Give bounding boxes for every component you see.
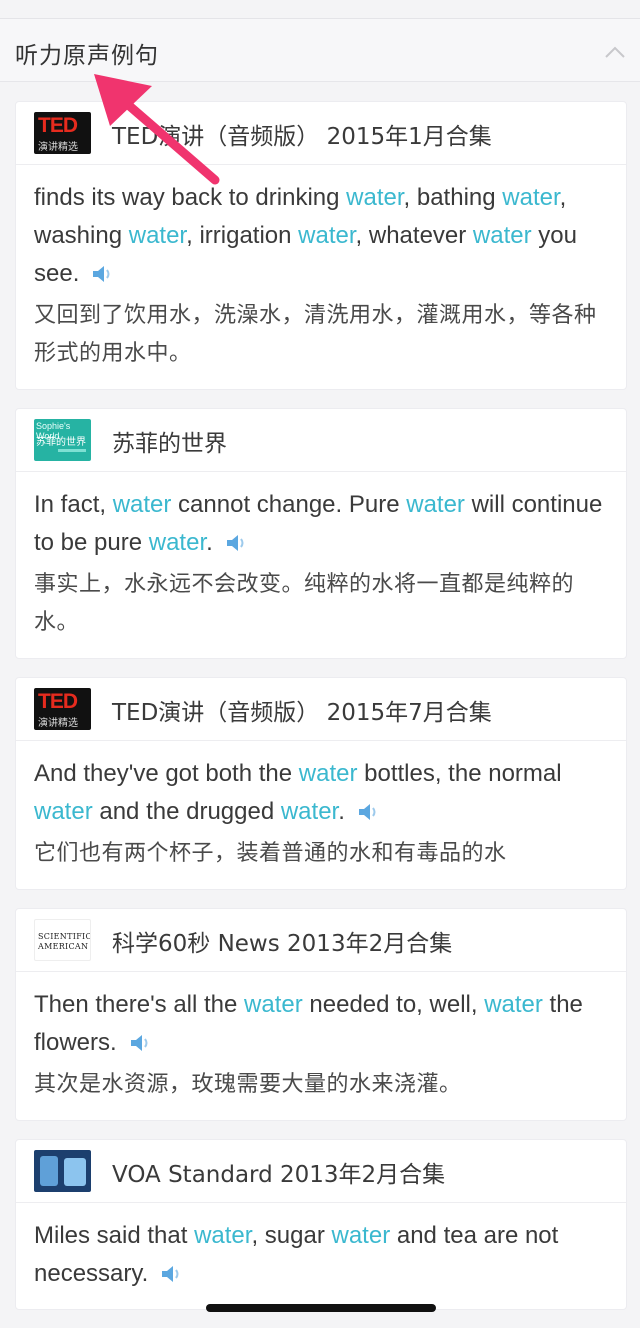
example-card[interactable]: SCIENTIFIC AMERICAN 科学60秒 News 2013年2月合集 Th… <box>15 908 627 1121</box>
thumb-sub-text: 苏菲的世界 <box>36 437 86 448</box>
example-list: TED 演讲精选 TED演讲（音频版） 2015年1月合集 finds its wa… <box>15 101 627 1328</box>
section-title: 听力原声例句 <box>15 43 159 69</box>
source-thumbnail: TED 演讲精选 <box>34 112 91 154</box>
chevron-up-icon[interactable] <box>604 45 626 59</box>
top-strip <box>0 0 640 19</box>
keyword-highlight[interactable]: water <box>406 491 465 518</box>
sentence-text: And they've got both the <box>34 760 299 787</box>
speaker-icon[interactable] <box>357 802 379 822</box>
thumb-logo-text: SCIENTIFIC AMERICAN <box>38 932 91 951</box>
example-body: finds its way back to drinking water, ba… <box>16 165 626 389</box>
example-card[interactable]: TED 演讲精选 TED演讲（音频版） 2015年7月合集 And they've … <box>15 677 627 890</box>
keyword-highlight[interactable]: water <box>34 798 93 825</box>
sentence-text: . <box>338 798 345 825</box>
sentence-text: , sugar <box>251 1222 332 1249</box>
sentence-text: In fact, <box>34 491 113 518</box>
sentence-text: , irrigation <box>186 222 299 249</box>
keyword-highlight[interactable]: water <box>298 222 355 249</box>
keyword-highlight[interactable]: water <box>502 184 559 211</box>
sentence-text: needed to, well, <box>302 991 485 1018</box>
chinese-translation: 它们也有两个杯子，装着普通的水和有毒品的水 <box>34 841 507 866</box>
source-header[interactable]: Sophie's World 苏菲的世界 苏菲的世界 <box>16 409 626 472</box>
source-title: VOA Standard 2013年2月合集 <box>112 1162 446 1188</box>
speaker-icon[interactable] <box>225 533 247 553</box>
source-header[interactable]: VOA Standard 2013年2月合集 <box>16 1140 626 1203</box>
english-sentence: In fact, water cannot change. Pure water… <box>34 486 608 562</box>
example-body: Then there's all the water needed to, we… <box>16 972 626 1120</box>
source-header[interactable]: TED 演讲精选 TED演讲（音频版） 2015年7月合集 <box>16 678 626 741</box>
source-thumbnail: TED 演讲精选 <box>34 688 91 730</box>
source-title: 科学60秒 News 2013年2月合集 <box>112 931 453 957</box>
keyword-highlight[interactable]: water <box>484 991 543 1018</box>
example-body: In fact, water cannot change. Pure water… <box>16 472 626 658</box>
sentence-text: , whatever <box>355 222 473 249</box>
keyword-highlight[interactable]: water <box>299 760 358 787</box>
chinese-translation: 其次是水资源，玫瑰需要大量的水来浇灌。 <box>34 1072 462 1097</box>
sentence-text: cannot change. Pure <box>171 491 407 518</box>
sentence-text: finds its way back to drinking <box>34 184 347 211</box>
speaker-icon[interactable] <box>129 1033 151 1053</box>
english-sentence: And they've got both the water bottles, … <box>34 755 608 831</box>
source-thumbnail: SCIENTIFIC AMERICAN <box>34 919 91 961</box>
thumb-decoration <box>58 449 86 452</box>
source-title: TED演讲（音频版） 2015年7月合集 <box>112 700 492 726</box>
speaker-icon[interactable] <box>91 264 113 284</box>
keyword-highlight[interactable]: water <box>244 991 303 1018</box>
thumb-phone-shape <box>40 1156 58 1186</box>
home-indicator[interactable] <box>206 1304 436 1312</box>
english-sentence: Then there's all the water needed to, we… <box>34 986 608 1062</box>
sentence-text: and the drugged <box>92 798 281 825</box>
sentence-text: , bathing <box>403 184 503 211</box>
keyword-highlight[interactable]: water <box>281 798 338 825</box>
source-title: 苏菲的世界 <box>112 431 227 457</box>
keyword-highlight[interactable]: water <box>346 184 403 211</box>
source-header[interactable]: TED 演讲精选 TED演讲（音频版） 2015年1月合集 <box>16 102 626 165</box>
keyword-highlight[interactable]: water <box>149 529 206 556</box>
source-thumbnail <box>34 1150 91 1192</box>
example-card[interactable]: Sophie's World 苏菲的世界 苏菲的世界 In fact, water… <box>15 408 627 659</box>
thumb-logo-text: TED <box>38 114 78 137</box>
example-card[interactable]: VOA Standard 2013年2月合集 Miles said that wa… <box>15 1139 627 1310</box>
sentence-text: bottles, the normal <box>357 760 562 787</box>
source-title: TED演讲（音频版） 2015年1月合集 <box>112 124 492 150</box>
chinese-translation: 事实上，水永远不会改变。纯粹的水将一直都是纯粹的水。 <box>34 572 575 635</box>
source-header[interactable]: SCIENTIFIC AMERICAN 科学60秒 News 2013年2月合集 <box>16 909 626 972</box>
sentence-text: Miles said that <box>34 1222 195 1249</box>
thumb-logo-text: TED <box>38 690 78 713</box>
source-thumbnail: Sophie's World 苏菲的世界 <box>34 419 91 461</box>
english-sentence: Miles said that water, sugar water and t… <box>34 1217 608 1293</box>
keyword-highlight[interactable]: water <box>473 222 532 249</box>
thumb-phone-shape <box>64 1158 86 1186</box>
keyword-highlight[interactable]: water <box>129 222 186 249</box>
keyword-highlight[interactable]: water <box>194 1222 251 1249</box>
sentence-text: Then there's all the <box>34 991 245 1018</box>
keyword-highlight[interactable]: water <box>332 1222 391 1249</box>
example-body: And they've got both the water bottles, … <box>16 741 626 889</box>
section-header[interactable]: 听力原声例句 <box>0 19 640 82</box>
example-card[interactable]: TED 演讲精选 TED演讲（音频版） 2015年1月合集 finds its wa… <box>15 101 627 390</box>
chinese-translation: 又回到了饮用水，洗澡水，清洗用水，灌溉用水，等各种形式的用水中。 <box>34 303 597 366</box>
keyword-highlight[interactable]: water <box>113 491 172 518</box>
speaker-icon[interactable] <box>160 1264 182 1284</box>
example-body: Miles said that water, sugar water and t… <box>16 1203 626 1309</box>
english-sentence: finds its way back to drinking water, ba… <box>34 179 608 293</box>
thumb-sub-text: 演讲精选 <box>38 142 78 153</box>
thumb-sub-text: 演讲精选 <box>38 718 78 729</box>
sentence-text: . <box>206 529 213 556</box>
